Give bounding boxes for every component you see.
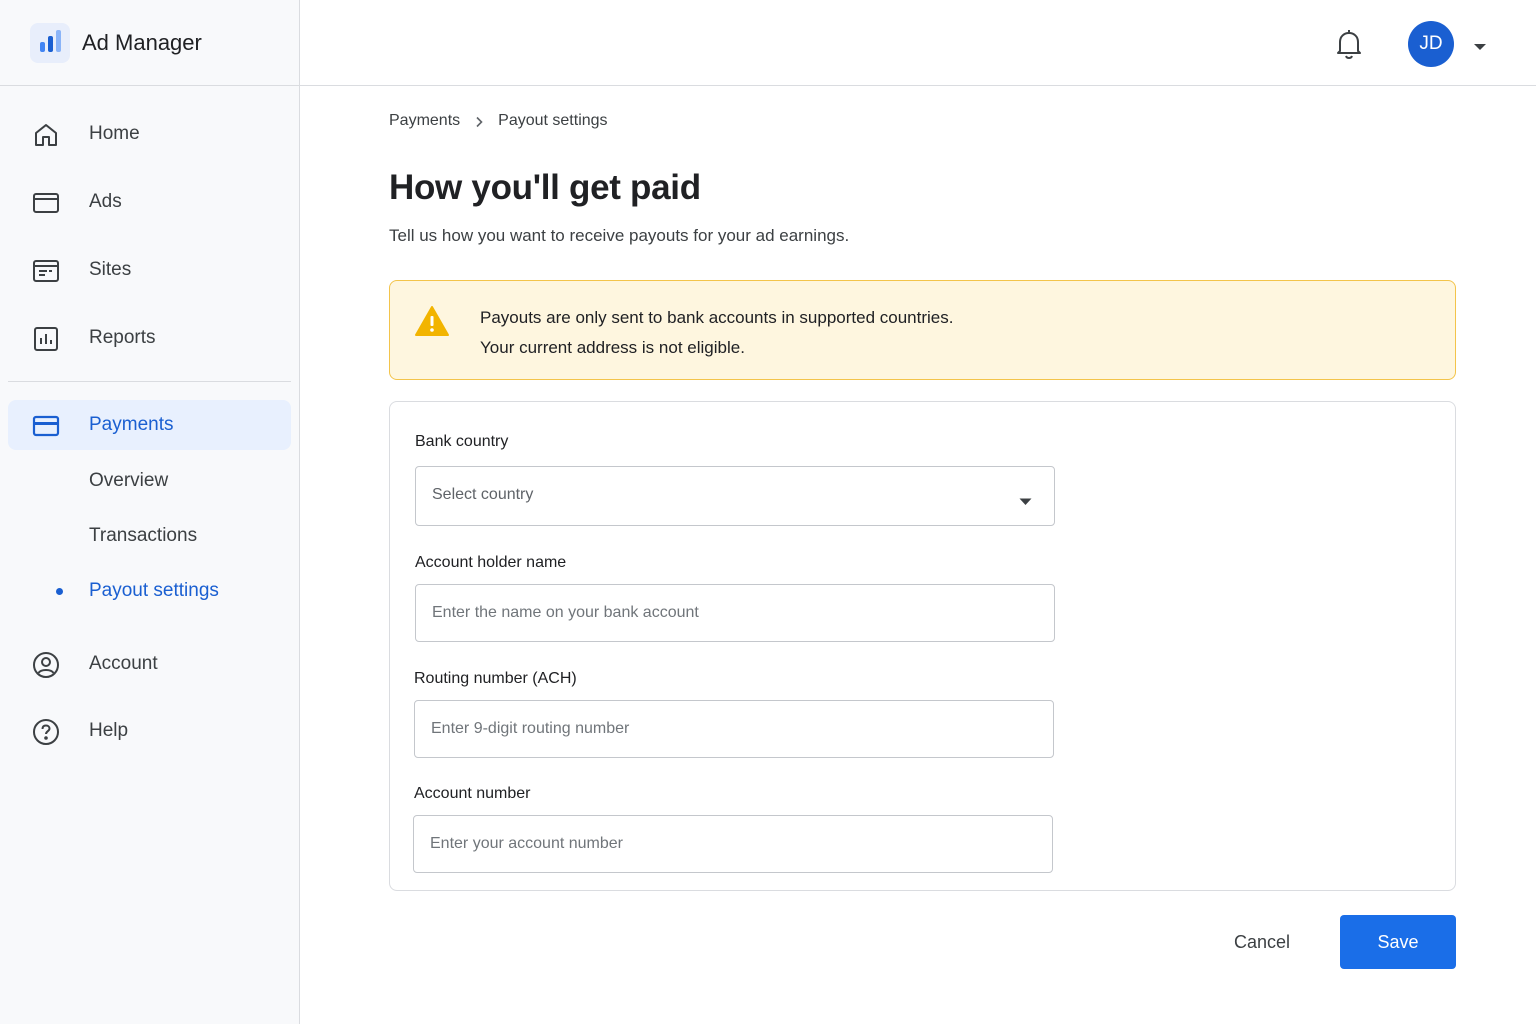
brand[interactable]: Ad Manager bbox=[0, 0, 299, 86]
routing-number-label: Routing number (ACH) bbox=[414, 670, 577, 687]
active-indicator-dot bbox=[56, 587, 63, 595]
warning-icon bbox=[414, 305, 450, 337]
page-title: How you'll get paid bbox=[389, 168, 701, 207]
chevron-down-icon bbox=[1019, 493, 1032, 505]
sidebar-item-label: Reports bbox=[89, 327, 156, 348]
save-button[interactable]: Save bbox=[1340, 915, 1456, 969]
sidebar-subitem-label: Transactions bbox=[89, 525, 198, 546]
credit-card-icon bbox=[32, 412, 60, 440]
bank-country-label: Bank country bbox=[415, 433, 509, 450]
eligibility-warning-banner: Payouts are only sent to bank accounts i… bbox=[389, 280, 1456, 380]
notifications-bell-icon[interactable] bbox=[1334, 28, 1364, 60]
sidebar-item-help[interactable]: Help bbox=[8, 706, 291, 756]
sidebar: Ad Manager Home Ads Sites Reports Paymen… bbox=[0, 0, 300, 1024]
sidebar-subitem-label: Overview bbox=[89, 470, 169, 491]
breadcrumb: Payments Payout settings bbox=[389, 112, 608, 130]
sidebar-item-account[interactable]: Account bbox=[8, 639, 291, 689]
account-holder-label: Account holder name bbox=[415, 554, 567, 571]
routing-number-input[interactable] bbox=[414, 700, 1054, 758]
sidebar-item-label: Payments bbox=[89, 414, 174, 435]
sites-icon bbox=[32, 257, 60, 285]
page-subtitle: Tell us how you want to receive payouts … bbox=[389, 226, 850, 245]
payout-form-card: Bank country Select country Account hold… bbox=[389, 401, 1456, 891]
sidebar-item-label: Ads bbox=[89, 191, 122, 212]
sidebar-item-label: Account bbox=[89, 653, 158, 674]
warning-message: Payouts are only sent to bank accounts i… bbox=[480, 303, 953, 363]
top-bar: JD bbox=[300, 0, 1536, 86]
sidebar-item-label: Sites bbox=[89, 259, 132, 280]
warning-line-2: Your current address is not eligible. bbox=[480, 338, 745, 357]
breadcrumb-payments[interactable]: Payments bbox=[389, 112, 460, 130]
sidebar-subitem-overview[interactable]: Overview bbox=[8, 459, 291, 503]
avatar[interactable]: JD bbox=[1408, 21, 1454, 67]
chevron-right-icon bbox=[474, 115, 484, 128]
reports-icon bbox=[32, 325, 60, 353]
sidebar-subitem-payout-settings[interactable]: Payout settings bbox=[8, 569, 291, 613]
account-number-input[interactable] bbox=[413, 815, 1053, 873]
sidebar-item-reports[interactable]: Reports bbox=[8, 313, 291, 363]
bank-country-selected-value: Select country bbox=[432, 486, 534, 503]
bank-country-select[interactable]: Select country bbox=[415, 466, 1055, 526]
chevron-down-icon[interactable] bbox=[1473, 39, 1487, 50]
sidebar-item-sites[interactable]: Sites bbox=[8, 245, 291, 295]
account-number-label: Account number bbox=[414, 785, 531, 802]
ad-manager-logo-icon bbox=[30, 22, 70, 63]
help-icon bbox=[32, 718, 60, 746]
breadcrumb-payout-settings[interactable]: Payout settings bbox=[498, 112, 607, 130]
sidebar-divider bbox=[8, 381, 291, 382]
sidebar-item-label: Help bbox=[89, 720, 129, 741]
sidebar-item-ads[interactable]: Ads bbox=[8, 177, 291, 227]
sidebar-item-home[interactable]: Home bbox=[8, 109, 291, 159]
account-holder-name-input[interactable] bbox=[415, 584, 1055, 642]
sidebar-item-label: Home bbox=[89, 123, 140, 144]
sidebar-item-payments[interactable]: Payments bbox=[8, 400, 291, 450]
app-name: Ad Manager bbox=[82, 29, 202, 55]
cancel-button[interactable]: Cancel bbox=[1212, 915, 1312, 969]
sidebar-subitem-transactions[interactable]: Transactions bbox=[8, 514, 291, 558]
home-icon bbox=[32, 121, 60, 149]
account-icon bbox=[32, 651, 60, 679]
sidebar-subitem-label: Payout settings bbox=[89, 580, 219, 601]
warning-line-1: Payouts are only sent to bank accounts i… bbox=[480, 308, 954, 327]
ads-icon bbox=[32, 189, 60, 217]
